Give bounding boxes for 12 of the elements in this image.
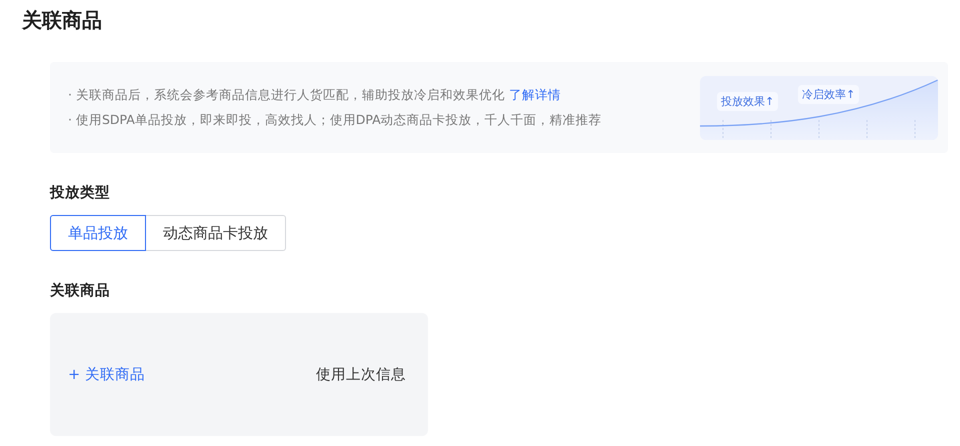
chart-tag: 投放效果↑ <box>717 92 778 110</box>
page-title: 关联商品 <box>22 7 103 34</box>
notice-text: · 关联商品后，系统会参考商品信息进行人货匹配，辅助投放冷启和效果优化 了解详情 <box>68 87 562 103</box>
chart-tag: 冷启效率↑ <box>798 84 860 104</box>
learn-more-link[interactable]: 了解详情 <box>508 87 561 102</box>
section-label: 投放类型 <box>50 184 111 203</box>
type-option[interactable]: 动态商品卡投放 <box>146 215 286 251</box>
section-label: 关联商品 <box>50 282 111 301</box>
add-product-link[interactable]: + 关联商品 <box>68 365 145 384</box>
reuse-info-link[interactable]: 使用上次信息 <box>316 365 406 384</box>
notice-text: · 使用SDPA单品投放，即来即投，高效找人；使用DPA动态商品卡投放，千人千面，精准推荐 <box>68 112 602 128</box>
type-option[interactable]: 单品投放 <box>50 215 146 251</box>
